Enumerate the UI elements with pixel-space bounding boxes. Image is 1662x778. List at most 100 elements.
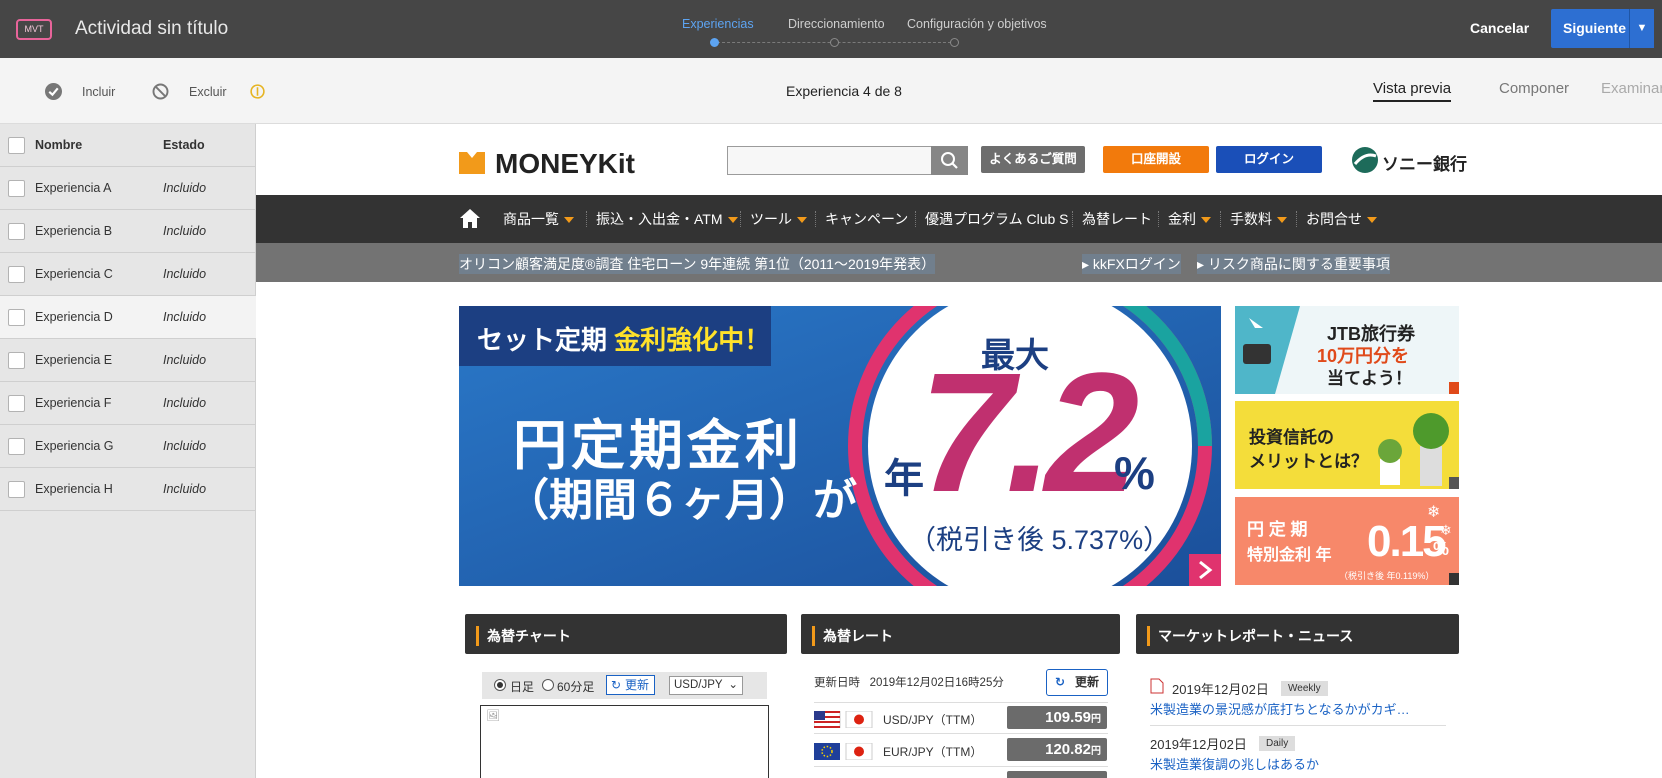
nav-club-s[interactable]: 優遇プログラム Club S: [925, 209, 1069, 229]
experience-row[interactable]: Experiencia H Incluido: [0, 468, 256, 511]
row-checkbox[interactable]: [8, 481, 25, 498]
experience-row[interactable]: Experiencia A Incluido: [0, 167, 256, 210]
experience-row[interactable]: Experiencia E Incluido: [0, 339, 256, 382]
special-rate-banner[interactable]: ❄ ❄ 円 定 期 特別金利 年 0.15 % （税引き後 年0.119%）: [1235, 497, 1459, 585]
hero-banner[interactable]: セット定期 金利強化中！ 円定期金利 （期間６ヶ月）が 最大 年 7.2 % （…: [459, 306, 1221, 586]
tab-browse[interactable]: Examinar: [1601, 80, 1662, 97]
tab-compose[interactable]: Componer: [1499, 80, 1569, 97]
currency-pair-select[interactable]: USD/JPY ⌄: [669, 676, 743, 695]
exclude-button[interactable]: Excluir: [189, 85, 227, 99]
login-button[interactable]: ログイン: [1216, 146, 1322, 173]
activity-title[interactable]: Actividad sin título: [75, 18, 228, 40]
nav-contact[interactable]: お問合せ: [1306, 209, 1377, 229]
chart-refresh-label: 更新: [624, 678, 649, 692]
open-account-button[interactable]: 口座開設: [1103, 146, 1209, 173]
investment-trust-banner[interactable]: 投資信託の メリットとは？: [1235, 401, 1459, 489]
refresh-icon: ↻: [1055, 675, 1066, 689]
nav-transfer-atm[interactable]: 振込・入出金・ATM: [596, 209, 738, 229]
experience-row[interactable]: Experiencia C Incluido: [0, 253, 256, 296]
info-icon[interactable]: [249, 83, 266, 100]
daily-radio[interactable]: [494, 679, 506, 691]
chevron-down-icon: ⌄: [728, 679, 738, 691]
search-icon[interactable]: [931, 146, 968, 175]
nav-label: ツール: [750, 211, 792, 227]
include-button[interactable]: Incluir: [82, 85, 115, 99]
moneykit-logo[interactable]: MONEYKit: [459, 146, 679, 178]
experience-row-selected[interactable]: Experiencia D Incluido: [0, 296, 256, 339]
special-note: （税引き後 年0.119%）: [1339, 571, 1435, 581]
experience-counter: Experiencia 4 de 8: [786, 83, 902, 99]
block-icon[interactable]: [152, 83, 169, 100]
home-icon[interactable]: [459, 208, 481, 229]
fx-chart-area: 🖼: [480, 705, 769, 778]
column-header-status[interactable]: Estado: [163, 138, 205, 152]
60min-label: 60分足: [557, 680, 595, 694]
experience-row[interactable]: Experiencia B Incluido: [0, 210, 256, 253]
row-checkbox[interactable]: [8, 266, 25, 283]
news-divider: [1150, 725, 1446, 726]
nav-tools[interactable]: ツール: [750, 209, 807, 229]
us-jp-flags-icon: [814, 711, 873, 728]
nav-interest[interactable]: 金利: [1168, 209, 1211, 229]
hero-tag-prefix: セット定期: [477, 325, 615, 355]
chart-refresh-button[interactable]: ↻ 更新: [606, 675, 655, 695]
nav-label: 金利: [1168, 211, 1196, 227]
fx-login-link[interactable]: ▸ kkFXログイン: [1082, 254, 1181, 274]
special-line2: 特別金利 年: [1247, 547, 1332, 564]
check-circle-icon[interactable]: [45, 83, 62, 100]
nav-fees[interactable]: 手数料: [1230, 209, 1287, 229]
refresh-icon: ↻: [611, 678, 622, 692]
row-checkbox[interactable]: [8, 395, 25, 412]
60min-radio[interactable]: [542, 679, 554, 691]
row-checkbox[interactable]: [8, 223, 25, 240]
tab-preview[interactable]: Vista previa: [1373, 80, 1452, 102]
nav-products[interactable]: 商品一覧: [503, 209, 574, 229]
activity-type-badge: MVT: [16, 19, 52, 40]
step-dot-experiences[interactable]: [710, 38, 719, 47]
bank-name[interactable]: ソニー銀行: [1382, 150, 1467, 175]
step-targeting[interactable]: Direccionamiento: [788, 17, 885, 31]
risk-disclosure-link[interactable]: ▸ リスク商品に関する重要事項: [1197, 254, 1390, 274]
experience-toolbar: Incluir Excluir Experiencia 4 de 8 Vista…: [0, 58, 1662, 124]
cancel-button[interactable]: Cancelar: [1470, 20, 1529, 36]
daily-label: 日足: [510, 680, 535, 694]
rate-row: EUR/JPY（TTM） 120.82円: [814, 735, 1108, 767]
experience-status: Incluido: [163, 224, 207, 238]
nav-label: 振込・入出金・ATM: [596, 211, 723, 227]
sony-bank-logo-icon: [1352, 147, 1378, 173]
jtb-campaign-banner[interactable]: JTB旅行券 10万円分を 当てよう！: [1235, 306, 1459, 394]
row-checkbox[interactable]: [8, 309, 25, 326]
rate-value: 120.82円: [1007, 738, 1107, 761]
nav-exchange-rate[interactable]: 為替レート: [1082, 209, 1152, 229]
row-checkbox[interactable]: [8, 180, 25, 197]
site-main-nav: 商品一覧 振込・入出金・ATM ツール キャンペーン 優遇プログラム Club …: [256, 195, 1662, 243]
row-checkbox[interactable]: [8, 438, 25, 455]
column-header-name[interactable]: Nombre: [35, 138, 82, 152]
logo-text: MONEYKit: [495, 148, 635, 178]
chevron-down-icon[interactable]: ▼: [1629, 9, 1654, 48]
news-link[interactable]: 米製造業の景況感が底打ちとなるかがカギ…: [1150, 699, 1410, 718]
nav-campaign[interactable]: キャンペーン: [825, 209, 908, 229]
experience-row[interactable]: Experiencia F Incluido: [0, 382, 256, 425]
rate-number: 120.82: [1045, 741, 1091, 758]
experience-preview-frame: MONEYKit よくあるご質問 口座開設 ログイン ソニー銀行 商品一覧 振込…: [256, 124, 1662, 778]
rates-refresh-button[interactable]: ↻ 更新: [1046, 669, 1108, 696]
select-all-checkbox[interactable]: [8, 137, 25, 154]
news-link[interactable]: 米製造業復調の兆しはあるか: [1150, 754, 1319, 773]
hero-after-tax: （税引き後 5.737%）: [909, 525, 1171, 555]
experience-name: Experiencia E: [35, 353, 113, 367]
jtb-line3: 当てよう！: [1327, 369, 1412, 388]
caret-down-icon: [727, 217, 738, 224]
nav-divider: [1296, 211, 1297, 227]
experience-name: Experiencia H: [35, 482, 113, 496]
faq-button[interactable]: よくあるご質問: [981, 146, 1085, 173]
invest-line1: 投資信託の: [1249, 428, 1334, 447]
step-settings-goals[interactable]: Configuración y objetivos: [907, 17, 1047, 31]
experience-row[interactable]: Experiencia G Incluido: [0, 425, 256, 468]
step-dot-settings[interactable]: [950, 38, 959, 47]
row-checkbox[interactable]: [8, 352, 25, 369]
news-tag: Daily: [1259, 736, 1296, 751]
award-notice-link[interactable]: オリコン顧客満足度®調査 住宅ローン 9年連続 第1位（2011〜2019年発表…: [459, 254, 936, 274]
step-experiences[interactable]: Experiencias: [682, 17, 754, 31]
step-dot-targeting[interactable]: [830, 38, 839, 47]
